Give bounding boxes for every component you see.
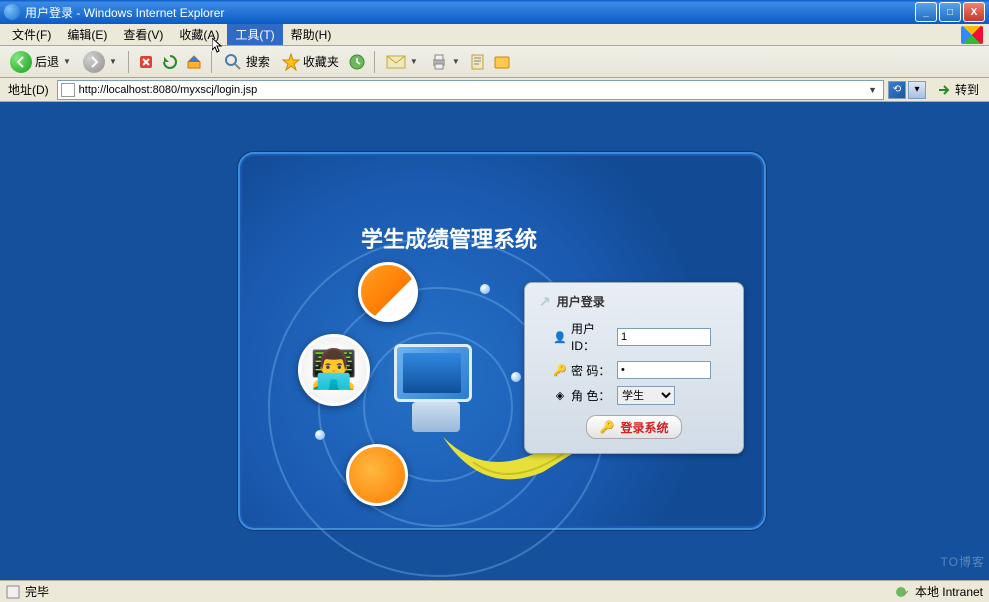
window-title: 用户登录 - Windows Internet Explorer (25, 4, 915, 21)
page-icon (61, 83, 75, 97)
menu-view[interactable]: 查看(V) (115, 24, 171, 45)
menu-file[interactable]: 文件(F) (4, 24, 59, 45)
zone-text: 本地 Intranet (915, 583, 983, 600)
watermark: TO博客 (941, 553, 985, 570)
search-button[interactable]: 搜索 (219, 50, 274, 74)
favorites-button[interactable]: 收藏夹 (278, 51, 343, 73)
login-form: ↗ 用户登录 👤 用户ID： 🔑 密 码： ◈ 角 色： 学生 (524, 282, 744, 454)
login-submit-label: 登录系统 (620, 419, 668, 436)
dot-graphic (480, 284, 490, 294)
search-icon (223, 52, 243, 72)
menu-help[interactable]: 帮助(H) (283, 24, 340, 45)
favorites-label: 收藏夹 (303, 53, 339, 70)
title-bar: 用户登录 - Windows Internet Explorer _ □ X (0, 0, 989, 24)
login-submit-button[interactable]: 🔑 登录系统 (586, 415, 682, 439)
history-button[interactable] (347, 52, 367, 72)
windows-flag-icon (961, 26, 983, 44)
user-label: 用户ID： (571, 320, 613, 354)
chevron-down-icon: ▼ (452, 57, 460, 66)
search-label: 搜索 (246, 53, 270, 70)
status-text: 完毕 (25, 583, 49, 600)
role-label: 角 色： (571, 387, 613, 404)
refresh-button[interactable] (160, 52, 180, 72)
messenger-button[interactable] (492, 52, 512, 72)
status-bar: 完毕 本地 Intranet (0, 580, 989, 602)
addr-small-1[interactable]: ⟲ (888, 81, 906, 99)
home-button[interactable] (184, 52, 204, 72)
login-title: 用户登录 (557, 293, 605, 310)
refresh-icon (161, 53, 179, 71)
print-icon (430, 53, 448, 71)
role-icon: ◈ (553, 389, 567, 402)
done-icon (6, 585, 20, 599)
address-field-wrap[interactable]: ▼ (57, 80, 884, 100)
folder-icon (493, 53, 511, 71)
go-icon (936, 82, 952, 98)
star-icon (282, 53, 300, 71)
chevron-down-icon: ▼ (410, 57, 418, 66)
dot-graphic (315, 430, 325, 440)
back-button[interactable]: 后退 ▼ (6, 49, 75, 75)
home-icon (185, 53, 203, 71)
user-icon: 👤 (553, 331, 567, 344)
login-icon: 🔑 (600, 420, 615, 434)
toolbar: 后退 ▼ ▼ 搜索 收藏夹 ▼ ▼ (0, 46, 989, 78)
user-row: 👤 用户ID： (553, 320, 729, 354)
go-button[interactable]: 转到 (930, 80, 985, 100)
page-content: 学生成绩管理系统 👨‍💻 ↗ 用户登录 👤 用户ID： (0, 102, 989, 592)
password-row: 🔑 密 码： (553, 361, 729, 379)
stop-icon (137, 53, 155, 71)
back-label: 后退 (35, 53, 59, 70)
addr-small-2[interactable]: ▾ (908, 81, 926, 99)
decorative-circle-person: 👨‍💻 (298, 334, 370, 406)
chevron-down-icon: ▼ (109, 57, 117, 66)
role-select[interactable]: 学生 (617, 386, 675, 405)
zone-icon (894, 585, 910, 599)
decorative-circle-monitor (358, 262, 418, 322)
login-panel: 学生成绩管理系统 👨‍💻 ↗ 用户登录 👤 用户ID： (238, 152, 766, 530)
go-label: 转到 (955, 81, 979, 98)
back-icon (10, 51, 32, 73)
forward-icon (83, 51, 105, 73)
address-label: 地址(D) (4, 81, 53, 98)
stop-button[interactable] (136, 52, 156, 72)
user-id-input[interactable] (617, 328, 711, 346)
chevron-down-icon: ▼ (63, 57, 71, 66)
menu-edit[interactable]: 编辑(E) (59, 24, 115, 45)
arrow-icon: ↗ (539, 293, 551, 310)
history-icon (348, 53, 366, 71)
key-icon: 🔑 (553, 364, 567, 377)
mail-icon (386, 54, 406, 70)
maximize-button[interactable]: □ (939, 2, 961, 22)
close-button[interactable]: X (963, 2, 985, 22)
window-buttons: _ □ X (915, 2, 985, 22)
address-input[interactable] (79, 84, 861, 96)
login-header: ↗ 用户登录 (539, 293, 729, 310)
menu-bar: 文件(F) 编辑(E) 查看(V) 收藏(A) 工具(T) 帮助(H) (0, 24, 989, 46)
edit-icon (469, 53, 487, 71)
password-label: 密 码： (571, 362, 613, 379)
ie-icon (4, 4, 20, 20)
menu-tools[interactable]: 工具(T) (227, 24, 282, 45)
mail-button[interactable]: ▼ (382, 52, 422, 72)
role-row: ◈ 角 色： 学生 (553, 386, 729, 405)
menu-favorites[interactable]: 收藏(A) (171, 24, 227, 45)
decorative-circle-coin (346, 444, 408, 506)
print-button[interactable]: ▼ (426, 51, 464, 73)
forward-button[interactable]: ▼ (79, 49, 121, 75)
password-input[interactable] (617, 361, 711, 379)
address-dropdown[interactable]: ▼ (865, 85, 880, 95)
minimize-button[interactable]: _ (915, 2, 937, 22)
address-bar: 地址(D) ▼ ⟲ ▾ 转到 (0, 78, 989, 102)
edit-button[interactable] (468, 52, 488, 72)
